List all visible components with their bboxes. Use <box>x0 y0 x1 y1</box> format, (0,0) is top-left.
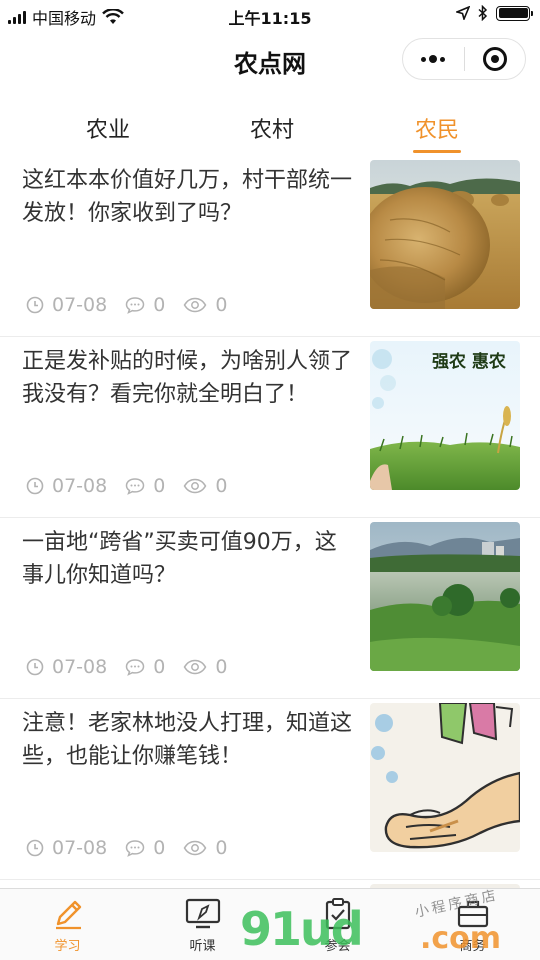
article-meta: 07-08 0 0 <box>26 656 245 678</box>
target-circle-icon <box>482 47 507 71</box>
eye-icon <box>183 659 207 675</box>
tabbar-label: 学习 <box>54 939 81 954</box>
monitor-icon <box>185 898 220 929</box>
article-thumbnail <box>370 522 520 671</box>
status-bar: 中国移动 上午11:15 <box>0 0 540 30</box>
article-thumbnail <box>370 160 520 309</box>
article-item[interactable]: 这红本本价值好几万，村干部统一发放！你家收到了吗？ 07-08 0 0 <box>0 156 540 337</box>
bluetooth-icon <box>478 5 488 21</box>
article-date: 07-08 <box>52 837 108 859</box>
tabbar-label: 听课 <box>189 939 216 954</box>
pencil-icon <box>55 900 81 930</box>
article-item[interactable]: 一亩地“跨省”买卖可值90万，这事儿你知道吗？ 07-08 0 0 <box>0 518 540 699</box>
comment-icon <box>125 297 145 314</box>
tab-nongcun[interactable]: 农村 <box>222 112 322 144</box>
clock-icon <box>26 477 44 495</box>
tab-nongye[interactable]: 农业 <box>58 112 158 144</box>
more-menu-button[interactable] <box>403 39 464 79</box>
battery-icon <box>496 5 533 21</box>
article-view-count: 0 <box>215 837 228 859</box>
article-title: 一亩地“跨省”买卖可值90万，这事儿你知道吗？ <box>22 530 337 588</box>
article-meta: 07-08 0 0 <box>26 475 245 497</box>
article-date: 07-08 <box>52 294 108 316</box>
clock-icon <box>26 296 44 314</box>
active-tab-indicator <box>413 150 461 153</box>
eye-icon <box>183 840 207 856</box>
more-dots-icon <box>421 55 446 63</box>
article-meta: 07-08 0 0 <box>26 294 245 316</box>
nav-bar: 农点网 <box>0 30 540 90</box>
status-right <box>456 5 533 21</box>
watermark-logo: 91ud <box>240 902 364 956</box>
article-thumbnail <box>370 703 520 852</box>
category-tabs: 农业 农村 农民 <box>0 106 540 156</box>
article-comment-count: 0 <box>153 656 166 678</box>
clock-icon <box>26 658 44 676</box>
tab-nongmin[interactable]: 农民 <box>387 112 487 144</box>
article-title: 正是发补贴的时候，为啥别人领了我没有？看完你就全明白了！ <box>22 349 353 407</box>
close-mini-program-button[interactable] <box>465 39 526 79</box>
article-title: 注意！老家林地没人打理，知道这些，也能让你赚笔钱！ <box>22 711 353 769</box>
article-item[interactable]: 正是发补贴的时候，为啥别人领了我没有？看完你就全明白了！ 07-08 0 0 强… <box>0 337 540 518</box>
article-comment-count: 0 <box>153 837 166 859</box>
comment-icon <box>125 840 145 857</box>
article-list: 这红本本价值好几万，村干部统一发放！你家收到了吗？ 07-08 0 0 正是发补… <box>0 156 540 920</box>
article-meta: 07-08 0 0 <box>26 837 245 859</box>
eye-icon <box>183 478 207 494</box>
banner-slogan: 强农 惠农 <box>432 351 506 372</box>
article-view-count: 0 <box>215 656 228 678</box>
eye-icon <box>183 297 207 313</box>
comment-icon <box>125 659 145 676</box>
tabbar-item-study[interactable]: 学习 <box>0 889 135 960</box>
mini-program-capsule <box>402 38 526 80</box>
comment-icon <box>125 478 145 495</box>
article-view-count: 0 <box>215 475 228 497</box>
article-title: 这红本本价值好几万，村干部统一发放！你家收到了吗？ <box>22 168 353 226</box>
clock-icon <box>26 839 44 857</box>
article-date: 07-08 <box>52 475 108 497</box>
location-arrow-icon <box>456 6 470 20</box>
article-date: 07-08 <box>52 656 108 678</box>
article-view-count: 0 <box>215 294 228 316</box>
article-item[interactable]: 注意！老家林地没人打理，知道这些，也能让你赚笔钱！ 07-08 0 0 <box>0 699 540 880</box>
article-comment-count: 0 <box>153 294 166 316</box>
article-comment-count: 0 <box>153 475 166 497</box>
watermark-domain: .com <box>420 921 502 956</box>
article-thumbnail: 强农 惠农 <box>370 341 520 490</box>
